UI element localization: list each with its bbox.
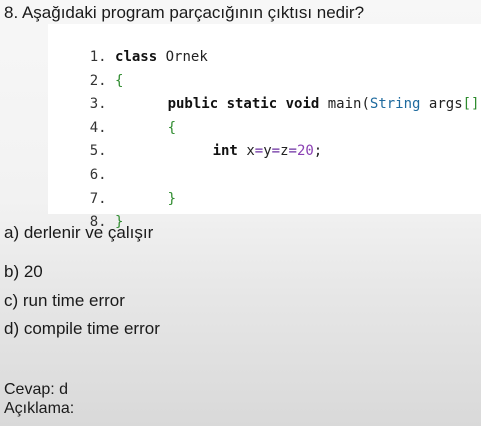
code-block: 1. class Ornek 2. { 3. public static void… (48, 24, 481, 230)
brackets: []) (462, 96, 481, 112)
number-literal: 20 (296, 143, 314, 159)
code-line-2: 2. { (56, 51, 124, 89)
assign-op: = (254, 143, 264, 159)
code-line-4: 4.{ (56, 98, 176, 136)
keyword: public static void (167, 96, 320, 112)
assign-op: = (288, 143, 297, 159)
var-x: x (246, 143, 255, 159)
code-line-3: 3.public static void main(String args[]) (56, 74, 481, 112)
option-a: a) derlenir ve çalışır (4, 223, 154, 242)
method-name: main( (327, 96, 370, 112)
answer-text: Cevap: d (4, 381, 69, 398)
explanation-label: Açıklama: (4, 400, 75, 417)
code-line-1: 1. class Ornek (56, 27, 208, 65)
var-y: y (263, 143, 272, 159)
option-d: d) compile time error (4, 319, 160, 338)
type-name: String (369, 96, 421, 112)
semicolon: ; (313, 143, 323, 159)
code-line-8: 8. } (56, 192, 124, 230)
var-z: z (280, 143, 289, 159)
brace: } (167, 191, 177, 207)
code-line-6: 6. (56, 145, 107, 183)
param-name: args (428, 96, 463, 112)
option-b: b) 20 (4, 262, 43, 281)
code-line-7: 7.} (56, 169, 176, 207)
code-line-5: 5. int x=y=z=20; (56, 121, 323, 159)
question-text: 8. Aşağıdaki program parçacığının çıktıs… (4, 3, 365, 22)
class-name: Ornek (165, 49, 208, 65)
keyword: int (212, 143, 238, 159)
option-c: c) run time error (4, 291, 125, 310)
assign-op: = (271, 143, 281, 159)
